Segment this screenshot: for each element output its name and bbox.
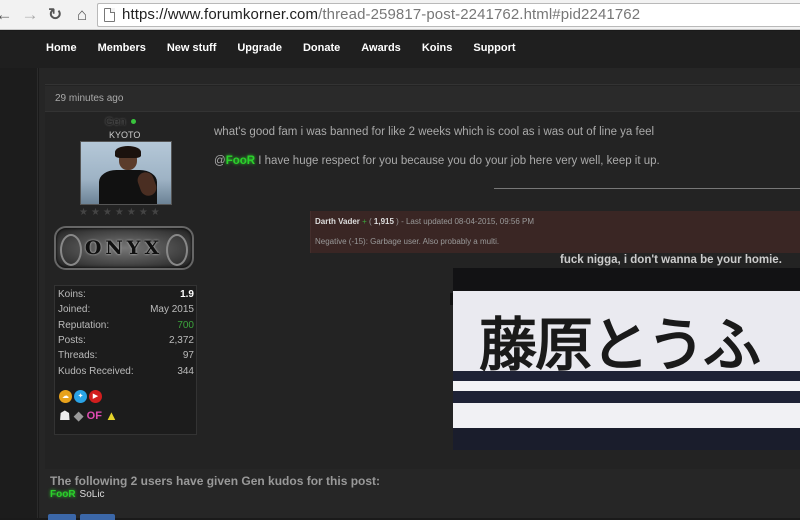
kudos-users: FooR SoLic: [50, 489, 105, 500]
stat-posts: Posts: 2,372: [58, 335, 194, 349]
rank-banner: ONYX: [54, 226, 194, 270]
nav-awards[interactable]: Awards: [361, 42, 401, 54]
nav-home[interactable]: Home: [46, 42, 77, 54]
nav-donate[interactable]: Donate: [303, 42, 340, 54]
rep-online-icon: +: [362, 217, 367, 226]
signature-stripe: [453, 428, 800, 450]
rank-name: ONYX: [84, 237, 164, 259]
reload-icon[interactable]: ↻: [45, 5, 65, 25]
signature-stripe: [453, 391, 800, 403]
stat-label: Posts:: [58, 335, 86, 346]
stat-label: Kudos Received:: [58, 366, 134, 377]
post-action-button[interactable]: [48, 514, 76, 520]
stat-koins: Koins: 1.9: [58, 289, 194, 303]
ghost-award-icon: ☗: [59, 408, 71, 423]
mention-user[interactable]: FooR: [226, 155, 255, 167]
stat-kudos-received: Kudos Received: 344: [58, 366, 194, 380]
back-arrow-icon[interactable]: ←: [0, 5, 14, 25]
signature-image: 藤原とうふ: [453, 268, 800, 450]
rep-header: Darth Vader + ( 1,915 ) - Last updated 0…: [315, 217, 535, 226]
home-icon[interactable]: ⌂: [72, 5, 92, 25]
nav-support[interactable]: Support: [473, 42, 515, 54]
stat-value: 2,372: [168, 335, 194, 346]
avatar-figure-hair: [115, 146, 141, 158]
mention-at: @: [214, 155, 226, 167]
nav-upgrade[interactable]: Upgrade: [237, 42, 282, 54]
stat-reputation: Reputation: 700: [58, 320, 194, 334]
youtube-icon[interactable]: ▶: [89, 390, 102, 403]
signature-dark-band: [453, 268, 800, 291]
nav-koins[interactable]: Koins: [422, 42, 453, 54]
kudos-user-1[interactable]: FooR: [50, 489, 76, 500]
twitter-icon[interactable]: ✦: [74, 390, 87, 403]
stat-threads: Threads: 97: [58, 350, 194, 364]
online-status-icon: [131, 119, 136, 124]
author-avatar[interactable]: [80, 141, 172, 205]
signature-divider: [494, 188, 800, 189]
forward-arrow-icon[interactable]: →: [20, 5, 40, 25]
signature-stripe: [453, 403, 800, 428]
signature-stripe: [453, 381, 800, 391]
triforce-award-icon: ▲: [104, 408, 118, 423]
stat-value: 97: [182, 350, 194, 361]
rep-count[interactable]: 1,915: [374, 217, 394, 226]
signature-japanese-text: 藤原とうふ: [479, 313, 761, 378]
nav-new-stuff[interactable]: New stuff: [167, 42, 217, 54]
post-message-line-2: @FooR I have huge respect for you becaus…: [214, 155, 660, 167]
post-message-line-1: what's good fam i was banned for like 2 …: [214, 126, 655, 138]
stat-label: Threads:: [58, 350, 98, 361]
social-icons: ☁ ✦ ▶: [59, 390, 102, 403]
address-bar[interactable]: https://www.forumkorner.com/thread-25981…: [97, 3, 800, 27]
stat-joined: Joined: May 2015: [58, 304, 194, 318]
stat-value: 344: [177, 366, 194, 377]
author-username[interactable]: Gen: [105, 116, 126, 128]
nav-members[interactable]: Members: [98, 42, 146, 54]
soundcloud-icon[interactable]: ☁: [59, 390, 72, 403]
rep-updated: Last updated 08-04-2015, 09:56 PM: [405, 217, 535, 226]
signature-stripe: [453, 371, 800, 381]
post-action-button[interactable]: [80, 514, 115, 520]
left-gutter: [0, 68, 38, 518]
post-header: 29 minutes ago: [45, 86, 800, 112]
award-icons: ☗ ◆ OF ▲: [59, 408, 118, 424]
kudos-user-2[interactable]: SoLic: [80, 489, 105, 500]
url-domain: https://www.forumkorner.com: [122, 6, 319, 23]
stat-label: Koins:: [58, 289, 86, 300]
signature-caption: fuck nigga, i don't wanna be your homie.: [560, 254, 782, 266]
message-text: I have huge respect for you because you …: [255, 155, 660, 167]
post-timestamp: 29 minutes ago: [55, 93, 124, 104]
author-title: KYOTO: [109, 130, 141, 140]
stat-value: May 2015: [150, 304, 194, 315]
rep-comment: Negative (-15): Garbage user. Also proba…: [315, 237, 500, 246]
stat-value[interactable]: 700: [177, 320, 194, 331]
url-path: /thread-259817-post-2241762.html#pid2241…: [318, 6, 641, 23]
of-award-icon: OF: [86, 410, 102, 422]
reputation-comment-box: Darth Vader + ( 1,915 ) - Last updated 0…: [310, 211, 800, 253]
forum-navbar: Home Members New stuff Upgrade Donate Aw…: [0, 31, 800, 68]
rank-stars-icon: ★★★★★★★: [79, 207, 163, 218]
stat-label: Reputation:: [58, 320, 110, 331]
url-text[interactable]: https://www.forumkorner.com/thread-25981…: [122, 6, 640, 23]
author-stats-panel: Koins: 1.9 Joined: May 2015 Reputation: …: [54, 285, 197, 435]
kudos-title: The following 2 users have given Gen kud…: [50, 474, 381, 488]
diamond-award-icon: ◆: [73, 408, 84, 423]
page-icon: [104, 8, 115, 22]
stat-label: Joined:: [58, 304, 91, 315]
rep-author[interactable]: Darth Vader: [315, 217, 360, 226]
stat-value: 1.9: [180, 289, 194, 300]
browser-toolbar: ← → ↻ ⌂ https://www.forumkorner.com/thre…: [0, 0, 800, 30]
